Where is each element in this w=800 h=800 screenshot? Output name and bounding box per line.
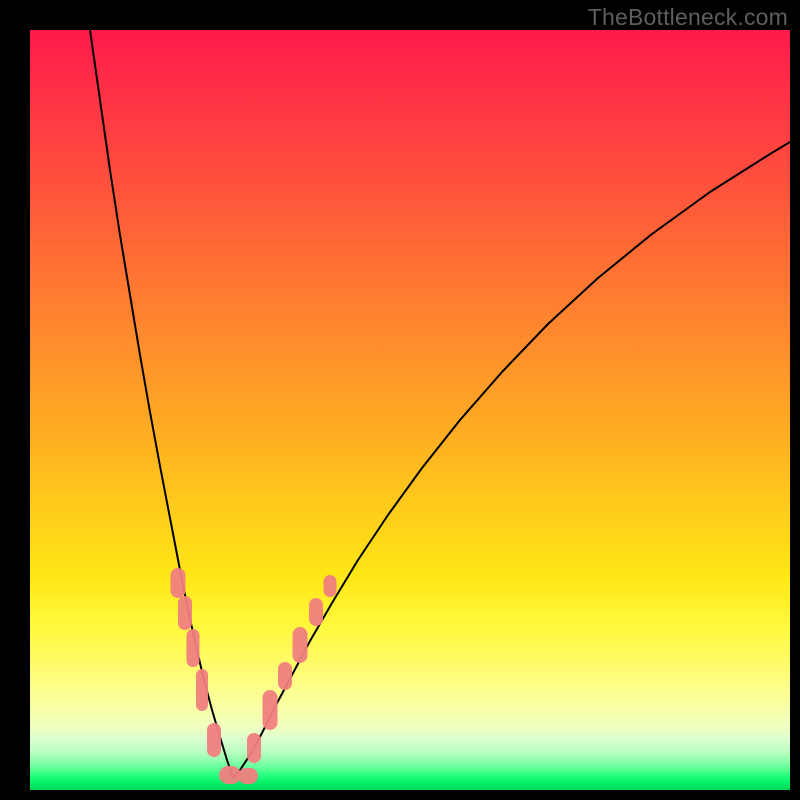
curve-marker bbox=[207, 723, 221, 757]
curve-marker bbox=[187, 629, 200, 667]
curve-marker bbox=[196, 669, 208, 711]
curve-marker bbox=[247, 733, 261, 763]
marker-layer bbox=[30, 30, 790, 790]
curve-marker bbox=[238, 768, 258, 784]
curve-marker bbox=[178, 596, 192, 630]
curve-marker bbox=[309, 598, 323, 626]
curve-marker bbox=[324, 575, 337, 597]
watermark-text: TheBottleneck.com bbox=[588, 4, 788, 31]
curve-marker bbox=[263, 690, 278, 730]
curve-marker bbox=[278, 662, 292, 690]
plot-area bbox=[30, 30, 790, 790]
chart-frame: TheBottleneck.com bbox=[0, 0, 800, 800]
curve-marker bbox=[293, 627, 308, 663]
curve-marker bbox=[171, 568, 186, 598]
